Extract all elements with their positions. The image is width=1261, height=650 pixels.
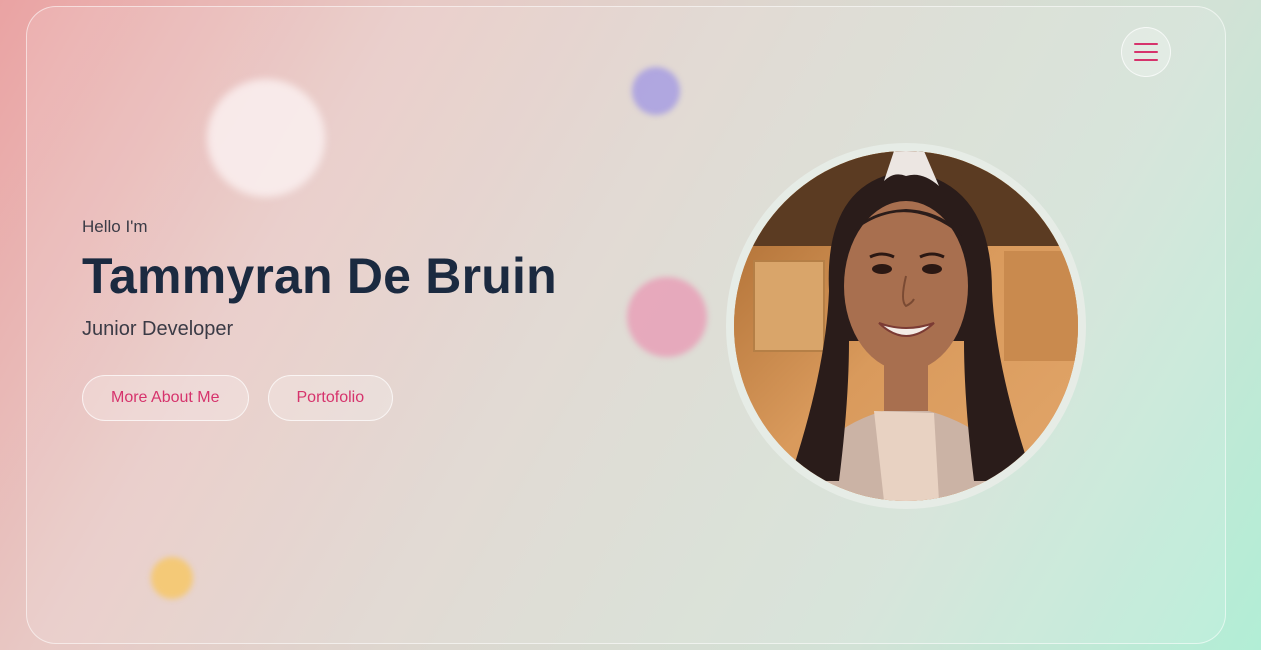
hamburger-line xyxy=(1134,51,1158,53)
hamburger-menu-icon xyxy=(1134,43,1158,45)
greeting-text: Hello I'm xyxy=(82,217,148,236)
page-title: Tammyran De Bruin xyxy=(82,248,557,304)
profile-photo-illustration xyxy=(734,151,1078,501)
decorative-blob-yellow xyxy=(151,557,193,599)
hamburger-menu-button[interactable] xyxy=(1121,27,1171,77)
hero-actions: More About Me Portofolio xyxy=(82,375,557,421)
decorative-blob-white xyxy=(207,79,325,197)
hero-intro: Hello I'm Tammyran De Bruin Junior Devel… xyxy=(82,217,557,421)
profile-photo xyxy=(726,143,1086,509)
decorative-blob-pink xyxy=(627,277,707,357)
job-title: Junior Developer xyxy=(82,318,234,340)
hero-card: Hello I'm Tammyran De Bruin Junior Devel… xyxy=(26,6,1226,644)
more-about-me-button[interactable]: More About Me xyxy=(82,375,249,421)
decorative-blob-purple xyxy=(632,67,680,115)
portfolio-button[interactable]: Portofolio xyxy=(267,375,394,421)
hamburger-line xyxy=(1134,59,1158,61)
